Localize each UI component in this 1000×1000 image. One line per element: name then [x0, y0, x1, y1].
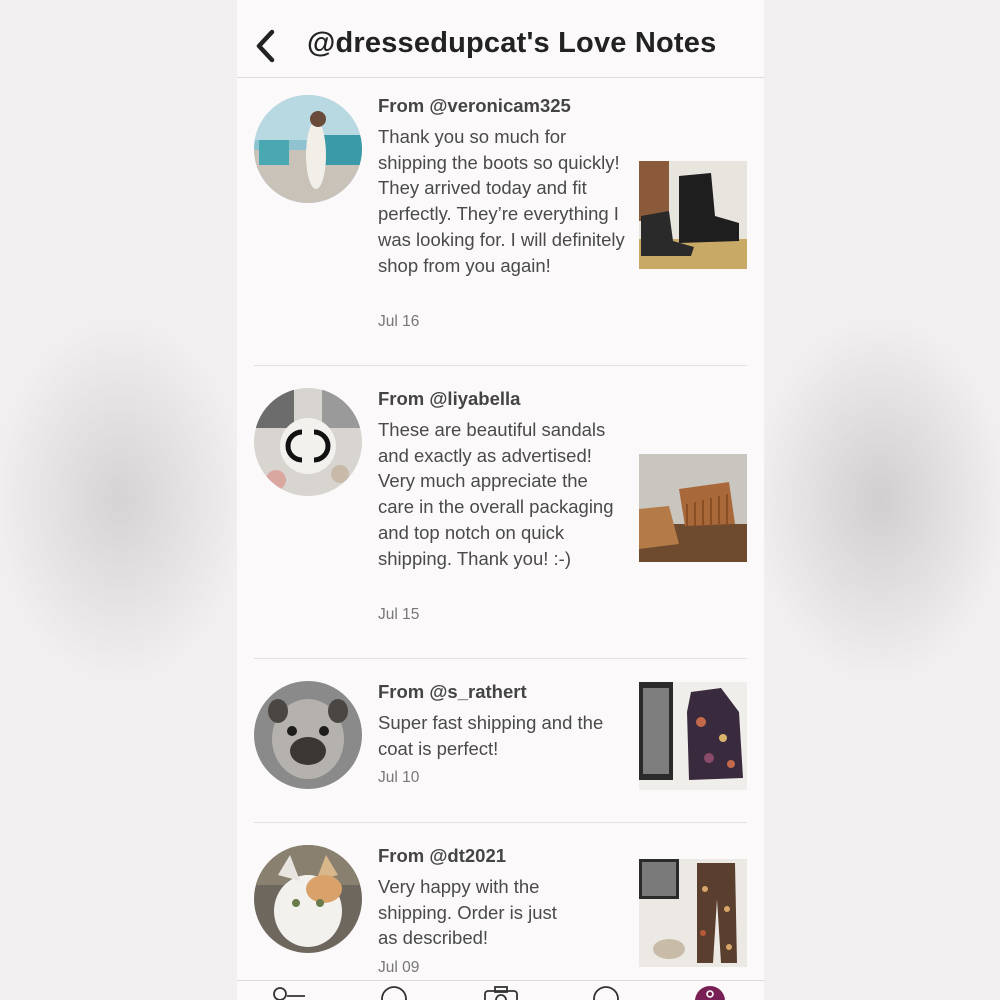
- avatar[interactable]: [254, 388, 362, 496]
- profile-icon: [695, 986, 725, 1000]
- chevron-left-icon: [256, 29, 275, 63]
- avatar[interactable]: [254, 95, 362, 203]
- page-title: @dressedupcat's Love Notes: [307, 27, 717, 59]
- search-icon: [381, 986, 407, 1000]
- avatar-image: [254, 681, 362, 789]
- note-date: Jul 09: [378, 959, 420, 976]
- listing-thumbnail[interactable]: [639, 454, 747, 562]
- note-date: Jul 10: [378, 769, 420, 786]
- app-screen: @dressedupcat's Love Notes From @veronic…: [237, 0, 764, 1000]
- love-note: From @dt2021 Very happy with the shippin…: [254, 845, 747, 985]
- note-sender[interactable]: From @veronicam325: [378, 95, 571, 117]
- note-message: Very happy with the shipping. Order is j…: [378, 876, 557, 949]
- news-icon: [593, 986, 619, 1000]
- pants-image: [639, 859, 747, 967]
- tab-profile[interactable]: [693, 985, 725, 1000]
- divider: [254, 822, 747, 823]
- note-sender[interactable]: From @dt2021: [378, 845, 506, 867]
- divider: [254, 365, 747, 366]
- back-button[interactable]: [245, 24, 285, 68]
- avatar-image: [254, 845, 362, 953]
- note-sender[interactable]: From @s_rathert: [378, 681, 527, 703]
- note-date: Jul 16: [378, 313, 420, 330]
- love-note: From @veronicam325 Thank you so much for…: [254, 95, 747, 355]
- tab-sell[interactable]: [483, 985, 518, 1000]
- sandals-image: [639, 454, 747, 562]
- note-sender[interactable]: From @liyabella: [378, 388, 520, 410]
- avatar[interactable]: [254, 681, 362, 789]
- listing-thumbnail[interactable]: [639, 682, 747, 790]
- coat-image: [639, 682, 747, 790]
- avatar[interactable]: [254, 845, 362, 953]
- note-message: Super fast shipping and the coat is perf…: [378, 712, 604, 759]
- boots-image: [639, 161, 747, 269]
- feed-icon: [273, 987, 305, 1000]
- listing-thumbnail[interactable]: [639, 859, 747, 967]
- tab-search[interactable]: [379, 985, 409, 1000]
- note-message: These are beautiful sandals and exactly …: [378, 419, 614, 569]
- tab-feed[interactable]: [271, 985, 305, 1000]
- note-date: Jul 15: [378, 606, 420, 623]
- love-note: From @s_rathert Super fast shipping and …: [254, 681, 747, 801]
- header: @dressedupcat's Love Notes: [237, 0, 764, 78]
- listing-thumbnail[interactable]: [639, 161, 747, 269]
- camera-icon: [484, 986, 518, 1000]
- avatar-image: [254, 95, 362, 203]
- avatar-image: [254, 388, 362, 496]
- note-message: Thank you so much for shipping the boots…: [378, 126, 625, 276]
- bottom-tab-bar: [237, 980, 764, 1000]
- love-note: From @liyabella These are beautiful sand…: [254, 388, 747, 648]
- tab-news[interactable]: [591, 985, 621, 1000]
- divider: [254, 658, 747, 659]
